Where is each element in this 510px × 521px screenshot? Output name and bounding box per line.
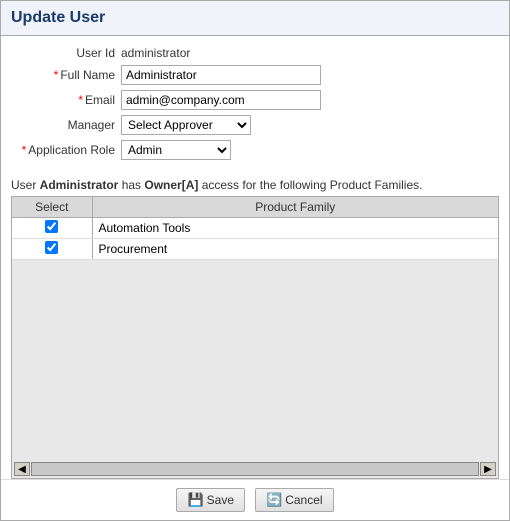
required-star-role: * <box>22 143 27 157</box>
full-name-row: *Full Name <box>11 65 499 85</box>
app-role-row: *Application Role Admin <box>11 140 499 160</box>
table-header-row: Select Product Family <box>12 197 498 218</box>
cancel-button[interactable]: 🔄 Cancel <box>255 488 334 512</box>
full-name-label: *Full Name <box>11 68 121 82</box>
table-body: Automation ToolsProcurement <box>12 218 498 260</box>
product-family-cell: Procurement <box>92 239 498 260</box>
page-container: Update User User Id administrator *Full … <box>0 0 510 521</box>
form-area: User Id administrator *Full Name *Email … <box>1 36 509 170</box>
scroll-right-button[interactable]: ▶ <box>480 462 496 476</box>
product-family-checkbox[interactable] <box>45 220 58 233</box>
select-cell <box>12 239 92 260</box>
info-text: User Administrator has Owner[A] access f… <box>1 170 509 196</box>
scroll-left-button[interactable]: ◀ <box>14 462 30 476</box>
full-name-input[interactable] <box>121 65 321 85</box>
manager-select[interactable]: Select Approver <box>121 115 251 135</box>
select-cell <box>12 218 92 239</box>
cancel-label: Cancel <box>285 493 322 507</box>
table-row: Procurement <box>12 239 498 260</box>
required-star-email: * <box>78 93 83 107</box>
product-family-table: Select Product Family Automation ToolsPr… <box>12 197 498 260</box>
app-role-select[interactable]: Admin <box>121 140 231 160</box>
table-scroll-area[interactable]: Select Product Family Automation ToolsPr… <box>12 197 498 460</box>
col-header-select: Select <box>12 197 92 218</box>
cancel-icon: 🔄 <box>266 492 282 508</box>
page-title: Update User <box>1 1 509 36</box>
info-username: Administrator <box>40 178 119 192</box>
scroll-track[interactable] <box>31 462 479 476</box>
manager-label: Manager <box>11 118 121 132</box>
table-row: Automation Tools <box>12 218 498 239</box>
email-label: *Email <box>11 93 121 107</box>
email-input[interactable] <box>121 90 321 110</box>
horizontal-scrollbar: ◀ ▶ <box>12 460 498 478</box>
user-id-row: User Id administrator <box>11 46 499 60</box>
footer-area: 💾 Save 🔄 Cancel <box>1 479 509 520</box>
info-access-type: Owner[A] <box>144 178 198 192</box>
required-star: * <box>54 68 59 82</box>
manager-row: Manager Select Approver <box>11 115 499 135</box>
col-header-product-family: Product Family <box>92 197 498 218</box>
user-id-value: administrator <box>121 46 190 60</box>
save-icon: 💾 <box>187 492 203 508</box>
user-id-label: User Id <box>11 46 121 60</box>
email-row: *Email <box>11 90 499 110</box>
save-label: Save <box>207 493 234 507</box>
save-button[interactable]: 💾 Save <box>176 488 245 512</box>
product-family-cell: Automation Tools <box>92 218 498 239</box>
product-family-checkbox[interactable] <box>45 241 58 254</box>
app-role-label: *Application Role <box>11 143 121 157</box>
product-family-table-container: Select Product Family Automation ToolsPr… <box>11 196 499 479</box>
